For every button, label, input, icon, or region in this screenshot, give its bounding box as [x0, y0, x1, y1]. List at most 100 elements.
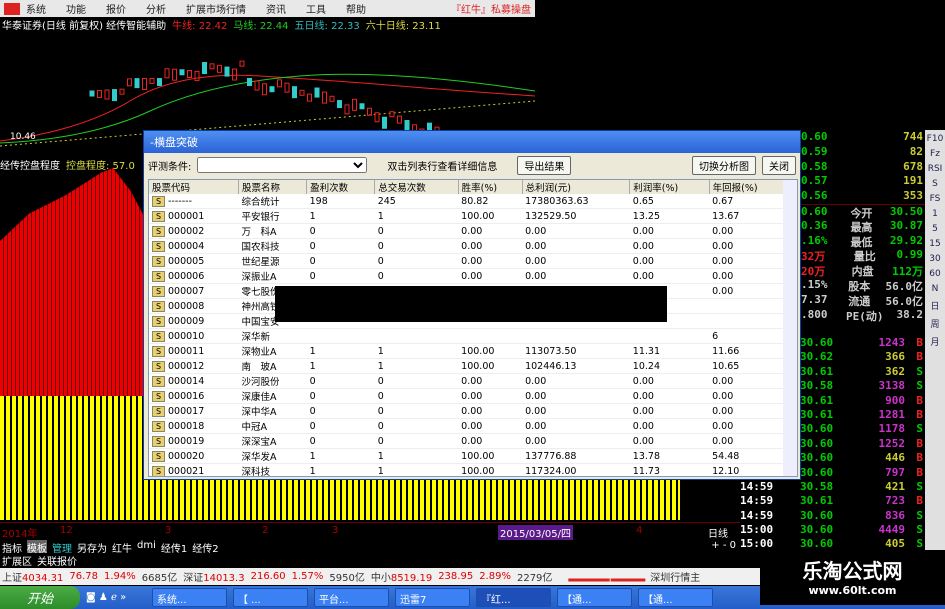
zx-pct: 2.89%: [479, 571, 511, 582]
stat-label: 最高: [850, 220, 873, 234]
condition-select[interactable]: [197, 157, 368, 173]
side-icon-10[interactable]: N: [932, 284, 939, 294]
related-quote[interactable]: 关联报价: [37, 553, 77, 568]
side-icon-7[interactable]: 15: [929, 239, 940, 249]
table-row[interactable]: S 000019 深深宝A 0 0 0.00 0.00 0.00 0.00: [149, 433, 789, 449]
menu-system[interactable]: 系统: [26, 1, 46, 16]
table-row[interactable]: S 000010 深华新 6: [149, 328, 789, 344]
table-row[interactable]: S 000012 南 玻A 1 1 100.00 102446.13 10.24 10.65: [149, 358, 789, 374]
table-row[interactable]: S 000004 国农科技 0 0 0.00 0.00 0.00 0.00: [149, 238, 789, 254]
cell: S 000006: [149, 268, 239, 284]
tab-template[interactable]: 模板: [27, 540, 47, 555]
tab-jingchuan1[interactable]: 经传1: [161, 540, 187, 555]
table-row[interactable]: S 000017 深中华A 0 0 0.00 0.00 0.00 0.00: [149, 403, 789, 419]
taskbar-item[interactable]: 平台...: [314, 588, 389, 607]
table-row[interactable]: S 000021 深科技 1 1 100.00 117324.00 11.73 12.10: [149, 463, 789, 477]
cell-text: 0: [309, 390, 316, 402]
side-icon-9[interactable]: 60: [929, 269, 940, 279]
side-icon-6[interactable]: 5: [932, 224, 938, 234]
cell-text: 000021: [168, 465, 205, 477]
table-row[interactable]: S ------- 综合统计 198 245 80.82 17380363.63 0.65 0.…: [149, 194, 789, 209]
tab-indicator[interactable]: 指标: [2, 540, 22, 555]
side-icon-13[interactable]: 月: [930, 335, 939, 348]
column-header[interactable]: 利润率(%): [629, 180, 710, 194]
column-header[interactable]: 总利润(元): [522, 180, 631, 194]
side-icon-1[interactable]: Fz: [930, 149, 940, 159]
trade-row: 15:00 30.60 4449 S: [740, 523, 925, 537]
menu-function[interactable]: 功能: [66, 1, 86, 16]
table-row[interactable]: S 000014 沙河股份 0 0 0.00 0.00 0.00 0.00: [149, 373, 789, 389]
side-icon-5[interactable]: 1: [932, 209, 938, 219]
cell-text: 102446.13: [525, 360, 577, 372]
side-icon-4[interactable]: FS: [930, 194, 941, 204]
taskbar-item[interactable]: 迅雷7: [395, 588, 470, 607]
cell: 0.00: [458, 238, 523, 254]
menu-news[interactable]: 资讯: [266, 1, 286, 16]
table-row[interactable]: S 000006 深振业A 0 0 0.00 0.00 0.00 0.00: [149, 268, 789, 284]
start-button[interactable]: 开始: [0, 586, 80, 609]
switch-chart-button[interactable]: 切换分析图: [692, 155, 756, 175]
side-icon-2[interactable]: RSI: [928, 164, 943, 174]
table-row[interactable]: S 000001 平安银行 1 1 100.00 132529.50 13.25 13.67: [149, 208, 789, 224]
taskbar-item[interactable]: 【 ...: [233, 588, 308, 607]
column-header[interactable]: 股票名称: [238, 180, 308, 194]
cell: [629, 328, 710, 344]
taskbar-item-active[interactable]: 『红...: [476, 588, 551, 607]
column-header[interactable]: 胜率(%): [458, 180, 523, 194]
ext-area[interactable]: 扩展区: [2, 553, 32, 568]
cell-text: 000011: [168, 345, 205, 357]
sz-pct: 1.57%: [291, 571, 324, 582]
side-icon-0[interactable]: F10: [927, 134, 944, 144]
tab-hongniu[interactable]: 红牛: [112, 540, 132, 555]
dialog-toolbar: 评测条件: 双击列表行查看详细信息 导出结果 切换分析图 关闭: [144, 153, 800, 177]
stat-left: 0.36: [801, 218, 828, 232]
side-icon-3[interactable]: S: [932, 179, 938, 189]
side-icon-11[interactable]: 日: [930, 299, 939, 312]
results-table[interactable]: 股票代码 股票名称 盈利次数 总交易次数 胜率(%) 总利润(元) 利润率(%) 年回报(%)…: [148, 179, 798, 477]
side-icon-8[interactable]: 30: [929, 254, 940, 264]
zoom-controls[interactable]: + - 0: [711, 540, 736, 553]
quicklaunch-icons[interactable]: ◙ ♟ ℯ »: [86, 592, 146, 603]
cell: 深康佳A: [238, 388, 307, 404]
menu-tools[interactable]: 工具: [306, 1, 326, 16]
candle: [359, 103, 365, 110]
taskbar-item[interactable]: 系统...: [152, 588, 227, 607]
menu-analysis[interactable]: 分析: [146, 1, 166, 16]
taskbar-item[interactable]: 【通...: [557, 588, 632, 607]
table-row[interactable]: S 000018 中冠A 0 0 0.00 0.00 0.00 0.00: [149, 418, 789, 434]
cell-text: 17380363.63: [525, 195, 589, 207]
trade-time: 14:59: [740, 479, 774, 493]
tab-save-as[interactable]: 另存为: [77, 540, 107, 555]
side-icon-12[interactable]: 周: [930, 317, 939, 330]
column-header[interactable]: 股票代码: [149, 180, 240, 194]
cell: 13.25: [629, 208, 710, 224]
menu-ext-market[interactable]: 扩展市场行情: [186, 1, 246, 16]
cell-text: 万 科A: [241, 227, 277, 238]
table-row[interactable]: S 000011 深物业A 1 1 100.00 113073.50 11.31 11.66: [149, 343, 789, 359]
export-button[interactable]: 导出结果: [517, 155, 572, 175]
table-row[interactable]: S 000002 万 科A 0 0 0.00 0.00 0.00 0.00: [149, 223, 789, 239]
menu-help[interactable]: 帮助: [346, 1, 366, 16]
column-header[interactable]: 年回报(%): [709, 180, 790, 194]
tab-dmi[interactable]: dmi: [137, 540, 156, 553]
tab-jingchuan2[interactable]: 经传2: [192, 540, 218, 555]
cell-text: 0: [309, 375, 316, 387]
cell: S 000010: [149, 328, 239, 344]
column-header[interactable]: 盈利次数: [306, 180, 376, 194]
period-label[interactable]: 日线: [708, 525, 728, 540]
side-toolbar: F10 Fz RSI S FS 1 5 15 30 60 N 日周月: [925, 130, 945, 550]
column-header[interactable]: 总交易次数: [374, 180, 459, 194]
tab-manage[interactable]: 管理: [52, 540, 72, 555]
taskbar-item[interactable]: 【通...: [638, 588, 713, 607]
time-label: 2: [262, 525, 269, 536]
trade-row: 14:59 30.60 836 S: [740, 509, 925, 523]
menu-quote[interactable]: 报价: [106, 1, 126, 16]
table-row[interactable]: S 000020 深华发A 1 1 100.00 137776.88 13.78 54.48: [149, 448, 789, 464]
cell-text: 0: [377, 375, 384, 387]
vertical-scrollbar[interactable]: [783, 180, 797, 476]
cell: 0: [374, 223, 459, 239]
table-row[interactable]: S 000016 深康佳A 0 0 0.00 0.00 0.00 0.00: [149, 388, 789, 404]
close-button[interactable]: 关闭: [762, 155, 796, 175]
cell: S 000001: [149, 208, 239, 224]
table-row[interactable]: S 000005 世纪星源 0 0 0.00 0.00 0.00 0.00: [149, 253, 789, 269]
